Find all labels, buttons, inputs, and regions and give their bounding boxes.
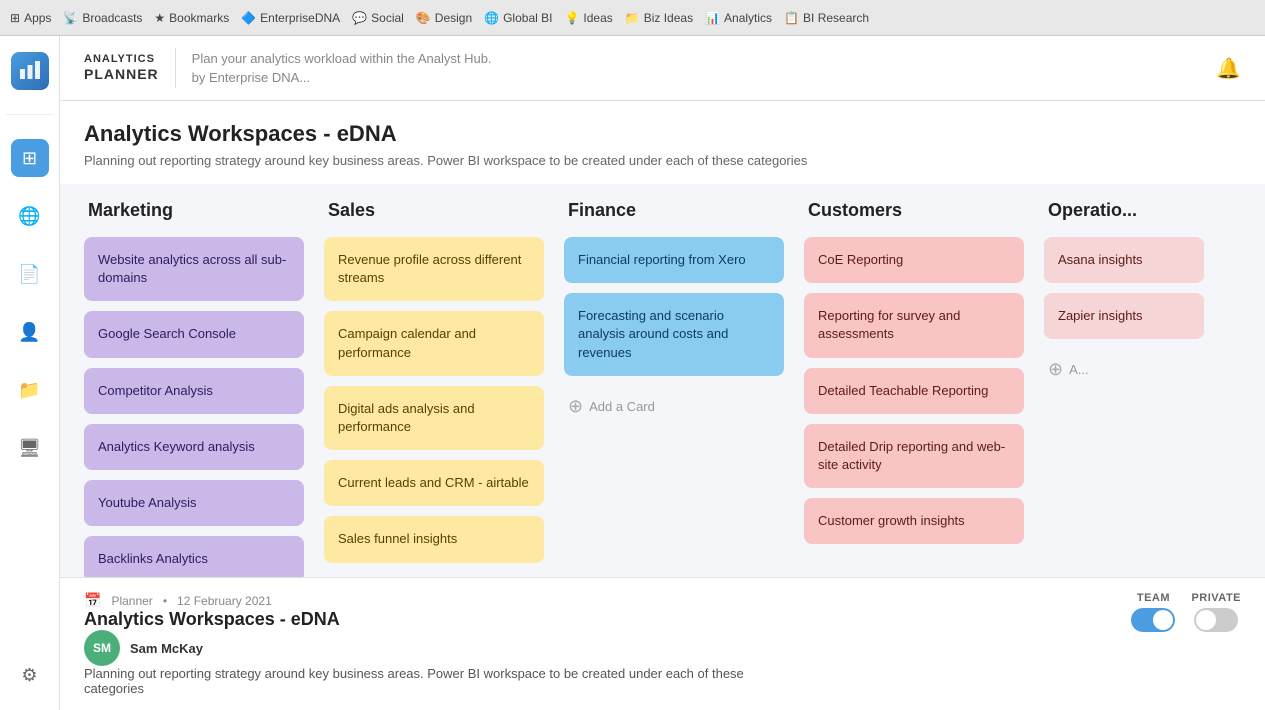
column-header-customers: Customers <box>804 200 1024 221</box>
bottom-meta: 📅 Planner • 12 February 2021 <box>84 592 784 609</box>
app-logo[interactable] <box>11 52 49 90</box>
card-finance-2[interactable]: Forecasting and scenario analysis around… <box>564 293 784 376</box>
add-card-operations[interactable]: ⊕ A... <box>1044 349 1204 390</box>
sidebar-icon-folder[interactable]: 📁 <box>11 371 49 409</box>
add-card-label: Add a Card <box>589 399 655 414</box>
sidebar-icon-settings[interactable]: ⚙ <box>11 656 49 694</box>
card-finance-1[interactable]: Financial reporting from Xero <box>564 237 784 283</box>
browser-global-bi[interactable]: 🌐Global BI <box>484 11 552 25</box>
card-sales-1[interactable]: Revenue profile across different streams <box>324 237 544 301</box>
browser-bar: ⊞Apps 📡Broadcasts ★Bookmarks 🔷Enterprise… <box>0 0 1265 36</box>
browser-social[interactable]: 💬Social <box>352 11 404 25</box>
bottom-source: Planner <box>111 594 152 608</box>
bottom-row: 📅 Planner • 12 February 2021 Analytics W… <box>84 592 1241 696</box>
bottom-right: TEAM PRIVATE <box>1131 592 1241 632</box>
page-header: Analytics Workspaces - eDNA Planning out… <box>60 101 1265 184</box>
browser-ideas[interactable]: 💡Ideas <box>564 11 612 25</box>
sidebar-icon-monitor[interactable]: 🖥 <box>11 429 49 467</box>
add-card-icon: ⊕ <box>568 396 583 417</box>
card-marketing-3[interactable]: Competitor Analysis <box>84 368 304 414</box>
column-header-finance: Finance <box>564 200 784 221</box>
card-customers-2[interactable]: Reporting for survey and assessments <box>804 293 1024 357</box>
sidebar-icon-doc[interactable]: 📄 <box>11 255 49 293</box>
planner-icon: 📅 <box>84 592 101 609</box>
card-marketing-6[interactable]: Backlinks Analytics <box>84 536 304 577</box>
private-toggle[interactable] <box>1194 608 1238 632</box>
private-label: PRIVATE <box>1191 592 1241 604</box>
bottom-author-row: SM Sam McKay <box>84 630 784 666</box>
sidebar-icon-globe[interactable]: 🌐 <box>11 197 49 235</box>
card-marketing-1[interactable]: Website analytics across all sub-domains <box>84 237 304 301</box>
header-divider <box>175 48 176 88</box>
header-logo: ANALYTICS PLANNER <box>84 53 159 83</box>
card-customers-4[interactable]: Detailed Drip reporting and web-site act… <box>804 424 1024 488</box>
add-card-ops-label: A... <box>1069 362 1089 377</box>
card-customers-1[interactable]: CoE Reporting <box>804 237 1024 283</box>
bottom-desc: Planning out reporting strategy around k… <box>84 666 784 696</box>
browser-analytics[interactable]: 📊Analytics <box>705 11 772 25</box>
browser-apps[interactable]: ⊞Apps <box>10 11 51 25</box>
header-right: 🔔 <box>1216 56 1241 81</box>
bottom-dot: • <box>163 594 167 608</box>
add-card-ops-icon: ⊕ <box>1048 359 1063 380</box>
app-header: ANALYTICS PLANNER Plan your analytics wo… <box>60 36 1265 101</box>
bottom-date: 12 February 2021 <box>177 594 272 608</box>
workspace-content: Analytics Workspaces - eDNA Planning out… <box>60 101 1265 577</box>
column-header-operations: Operatio... <box>1044 200 1204 221</box>
card-sales-2[interactable]: Campaign calendar and performance <box>324 311 544 375</box>
notification-icon[interactable]: 🔔 <box>1216 56 1241 81</box>
card-sales-3[interactable]: Digital ads analysis and performance <box>324 386 544 450</box>
avatar: SM <box>84 630 120 666</box>
column-sales: Sales Revenue profile across different s… <box>324 200 544 563</box>
bottom-panel: 📅 Planner • 12 February 2021 Analytics W… <box>60 577 1265 710</box>
card-customers-5[interactable]: Customer growth insights <box>804 498 1024 544</box>
browser-broadcasts[interactable]: 📡Broadcasts <box>63 11 142 25</box>
author-name: Sam McKay <box>130 641 203 656</box>
team-toggle-group: TEAM <box>1131 592 1175 632</box>
browser-bookmarks[interactable]: ★Bookmarks <box>154 11 229 25</box>
sidebar-divider <box>6 114 53 115</box>
column-header-sales: Sales <box>324 200 544 221</box>
team-label: TEAM <box>1137 592 1170 604</box>
browser-design[interactable]: 🎨Design <box>416 11 472 25</box>
header-tagline: Plan your analytics workload within the … <box>192 49 492 88</box>
logo-top: ANALYTICS <box>84 53 159 66</box>
bottom-title: Analytics Workspaces - eDNA <box>84 609 784 630</box>
card-marketing-4[interactable]: Analytics Keyword analysis <box>84 424 304 470</box>
column-header-marketing: Marketing <box>84 200 304 221</box>
add-card-finance[interactable]: ⊕ Add a Card <box>564 386 784 427</box>
board-area: Marketing Website analytics across all s… <box>60 184 1265 577</box>
sidebar-icon-user[interactable]: 👤 <box>11 313 49 351</box>
page-subtitle: Planning out reporting strategy around k… <box>84 153 1241 168</box>
sidebar: ⊞ 🌐 📄 👤 📁 🖥 ⚙ <box>0 36 60 710</box>
bottom-left: 📅 Planner • 12 February 2021 Analytics W… <box>84 592 784 696</box>
browser-enterprisedna[interactable]: 🔷EnterpriseDNA <box>241 11 340 25</box>
card-marketing-5[interactable]: Youtube Analysis <box>84 480 304 526</box>
page-title: Analytics Workspaces - eDNA <box>84 121 1241 147</box>
card-customers-3[interactable]: Detailed Teachable Reporting <box>804 368 1024 414</box>
browser-bi-research[interactable]: 📋BI Research <box>784 11 869 25</box>
browser-biz-ideas[interactable]: 📁Biz Ideas <box>625 11 693 25</box>
column-operations: Operatio... Asana insights Zapier insigh… <box>1044 200 1204 390</box>
column-finance: Finance Financial reporting from Xero Fo… <box>564 200 784 427</box>
sidebar-icon-grid[interactable]: ⊞ <box>11 139 49 177</box>
logo-bottom: PLANNER <box>84 66 159 83</box>
card-marketing-2[interactable]: Google Search Console <box>84 311 304 357</box>
private-toggle-group: PRIVATE <box>1191 592 1241 632</box>
card-operations-2[interactable]: Zapier insights <box>1044 293 1204 339</box>
team-toggle[interactable] <box>1131 608 1175 632</box>
main-content: ANALYTICS PLANNER Plan your analytics wo… <box>60 36 1265 710</box>
card-sales-5[interactable]: Sales funnel insights <box>324 516 544 562</box>
header-left: ANALYTICS PLANNER Plan your analytics wo… <box>84 48 492 88</box>
card-operations-1[interactable]: Asana insights <box>1044 237 1204 283</box>
column-marketing: Marketing Website analytics across all s… <box>84 200 304 577</box>
column-customers: Customers CoE Reporting Reporting for su… <box>804 200 1024 544</box>
card-sales-4[interactable]: Current leads and CRM - airtable <box>324 460 544 506</box>
